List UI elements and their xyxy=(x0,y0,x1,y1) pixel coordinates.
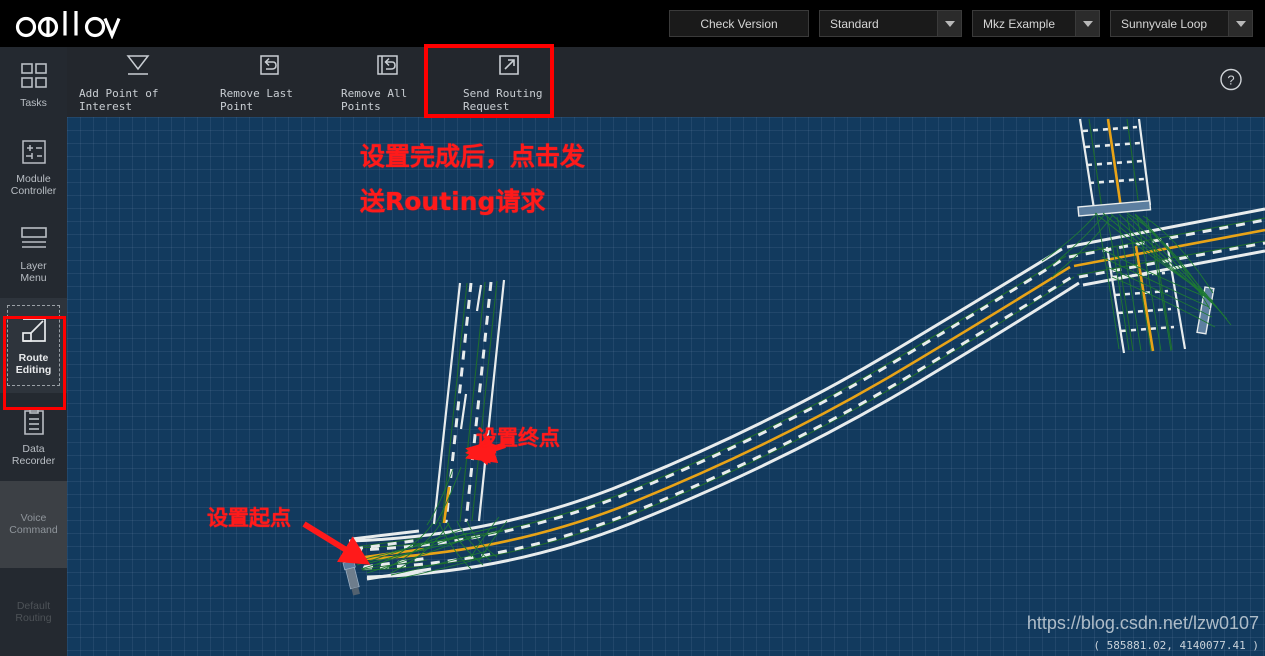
mode-select-value: Standard xyxy=(830,16,879,31)
annotation-set-end-point: 设置终点 xyxy=(476,426,560,450)
sidebar-item-default-routing: Default Routing xyxy=(0,568,67,656)
sidebar: Tasks Module Controller Layer Menu Route… xyxy=(0,47,67,656)
external-link-arrow-icon xyxy=(497,52,521,78)
arrow-to-start-point xyxy=(302,521,371,565)
header-controls: Check Version Standard Mkz Example Sunny… xyxy=(669,10,1265,37)
sidebar-item-label: Layer Menu xyxy=(20,260,47,285)
map-canvas[interactable]: .road-edge { stroke:#e8eced; stroke-widt… xyxy=(67,117,1265,656)
svg-text:?: ? xyxy=(1227,73,1234,88)
sidebar-item-tasks[interactable]: Tasks xyxy=(0,47,67,123)
check-version-button[interactable]: Check Version xyxy=(669,10,809,37)
sidebar-item-module-controller[interactable]: Module Controller xyxy=(0,123,67,211)
sidebar-item-data-recorder[interactable]: Data Recorder xyxy=(0,393,67,481)
triangle-down-line-icon xyxy=(125,52,151,78)
app-header: Check Version Standard Mkz Example Sunny… xyxy=(0,0,1265,47)
send-routing-request-button[interactable]: Send Routing Request xyxy=(451,47,567,117)
annotation-arrows xyxy=(302,438,497,565)
chevron-down-icon[interactable] xyxy=(937,11,961,36)
route-editing-toolbar: Add Point of Interest Remove Last Point xyxy=(67,47,1265,117)
apollo-logo xyxy=(12,7,122,41)
clipboard-icon xyxy=(20,406,48,437)
remove-all-points-button[interactable]: Remove All Points xyxy=(329,47,447,117)
chevron-down-icon[interactable] xyxy=(1228,11,1252,36)
grid-four-squares-icon xyxy=(20,61,48,91)
remove-last-point-button[interactable]: Remove Last Point xyxy=(208,47,329,117)
module-controller-icon xyxy=(20,137,48,167)
sidebar-item-layer-menu[interactable]: Layer Menu xyxy=(0,210,67,298)
annotation-send-routing: 设置完成后，点击发 送Routing请求 xyxy=(360,134,585,224)
vehicle-select-value: Mkz Example xyxy=(983,16,1056,31)
toolbar-button-label: Remove Last Point xyxy=(220,86,293,113)
annotation-line-2: 送Routing请求 xyxy=(360,187,546,216)
map-select[interactable]: Sunnyvale Loop xyxy=(1110,10,1253,37)
mode-select[interactable]: Standard xyxy=(819,10,962,37)
undo-double-box-icon xyxy=(375,52,401,78)
sidebar-item-label: Tasks xyxy=(20,96,47,109)
vehicle-select[interactable]: Mkz Example xyxy=(972,10,1100,37)
sidebar-item-label: Voice Command xyxy=(9,512,58,537)
undo-box-icon xyxy=(257,52,281,78)
annotation-line-1: 设置完成后，点击发 xyxy=(360,142,586,171)
toolbar-button-label: Add Point of Interest xyxy=(79,86,159,113)
toolbar-button-label: Send Routing Request xyxy=(463,86,543,113)
sidebar-item-voice-command[interactable]: Voice Command xyxy=(0,480,67,569)
chevron-down-icon[interactable] xyxy=(1075,11,1099,36)
sidebar-item-label: Data Recorder xyxy=(11,442,56,467)
annotation-set-start-point: 设置起点 xyxy=(207,506,291,530)
sidebar-item-label: Module Controller xyxy=(10,172,57,197)
question-circle-icon[interactable]: ? xyxy=(1219,68,1243,97)
layer-menu-icon xyxy=(19,224,49,254)
map-select-value: Sunnyvale Loop xyxy=(1121,16,1208,31)
add-point-of-interest-button[interactable]: Add Point of Interest xyxy=(67,47,208,117)
sidebar-item-label: Default Routing xyxy=(15,600,52,625)
apollo-dreamview-window: Check Version Standard Mkz Example Sunny… xyxy=(0,0,1265,656)
sidebar-item-route-editing[interactable]: Route Editing xyxy=(0,298,67,393)
focus-outline xyxy=(7,305,60,386)
toolbar-button-label: Remove All Points xyxy=(341,86,408,113)
